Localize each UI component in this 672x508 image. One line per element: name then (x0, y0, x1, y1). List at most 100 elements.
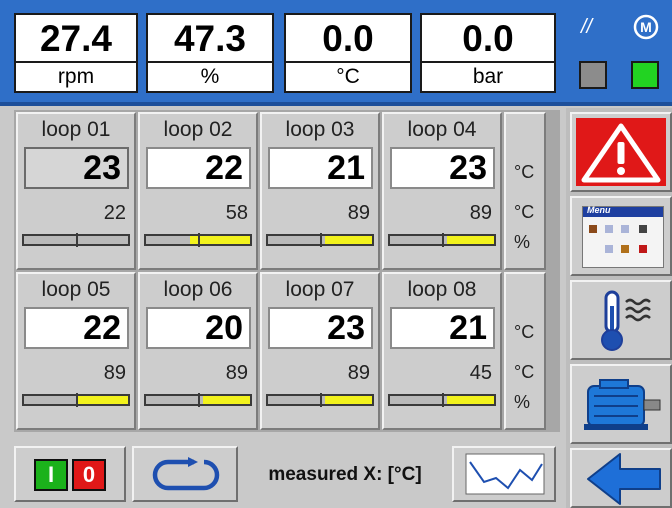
measured-value: 58 (225, 202, 248, 224)
menu-icon: Menu (582, 205, 664, 268)
bar-center-mark (198, 233, 200, 247)
loop-cell: loop 06 20 89 (138, 272, 258, 430)
bar-center-mark (320, 233, 322, 247)
bar-center-mark (442, 233, 444, 247)
output-level-bar (388, 233, 496, 247)
loop-cell: loop 01 23 22 (16, 112, 136, 270)
trend-chart-icon (465, 453, 545, 495)
output-level-bar (388, 393, 496, 407)
thermometer-icon (601, 290, 651, 351)
unit-label-output: % (514, 392, 531, 412)
back-arrow-icon (587, 453, 661, 505)
measured-value: 89 (347, 202, 370, 224)
unit-label-setpoint: °C (514, 322, 535, 342)
output-level-fill (447, 236, 494, 244)
output-level-bar (266, 393, 374, 407)
loop-cell: loop 03 21 89 (260, 112, 380, 270)
measured-value: 45 (469, 362, 492, 384)
mode-icon: // (581, 16, 593, 38)
pressure-value: 0.0 (462, 18, 514, 59)
bar-center-mark (320, 393, 322, 407)
output-level-fill (447, 396, 494, 404)
measured-value: 89 (347, 362, 370, 384)
on-icon: I (34, 459, 68, 491)
bar-center-mark (198, 393, 200, 407)
off-icon: 0 (72, 459, 106, 491)
unit-label-output: % (514, 232, 531, 252)
measured-label: measured X: [°C] (268, 464, 422, 485)
status-area: // M (565, 13, 665, 93)
loop-cell: loop 08 21 45 (382, 272, 502, 430)
units-column: °C °C% (504, 112, 546, 270)
bar-center-mark (442, 393, 444, 407)
motor-icon (584, 379, 661, 430)
temperature-readout: 0.0 °C (284, 13, 412, 93)
on-off-button[interactable]: I 0 (14, 446, 126, 502)
output-level-fill (325, 236, 372, 244)
speed-unit: rpm (16, 61, 136, 91)
load-unit: % (148, 61, 272, 91)
speed-readout: 27.4 rpm (14, 13, 138, 93)
setpoint-input[interactable]: 23 (390, 147, 495, 189)
setpoint-input[interactable]: 21 (390, 307, 495, 349)
load-value: 47.3 (173, 18, 246, 59)
loop-title: loop 01 (41, 118, 111, 141)
motor-status-icon: M (633, 14, 659, 40)
loop-cell: loop 02 22 58 (138, 112, 258, 270)
measured-value: 22 (103, 202, 126, 224)
cycle-icon (152, 457, 220, 491)
setpoint-input[interactable]: 23 (268, 307, 373, 349)
output-level-bar (144, 393, 252, 407)
loop-cell: loop 05 22 89 (16, 272, 136, 430)
status-indicator-gray (579, 61, 607, 89)
measured-value: 89 (225, 362, 248, 384)
setpoint-input[interactable]: 22 (24, 307, 129, 349)
measured-value: 89 (469, 202, 492, 224)
temperature-button[interactable] (570, 280, 672, 360)
loop-title: loop 07 (285, 278, 355, 301)
warning-triangle-icon (581, 123, 661, 183)
loop-title: loop 06 (163, 278, 233, 301)
readout-header: 27.4 rpm 47.3 % 0.0 °C 0.0 bar // M (0, 0, 672, 106)
motor-button[interactable] (570, 364, 672, 444)
menu-button[interactable]: Menu (570, 196, 672, 276)
setpoint-input[interactable]: 22 (146, 147, 251, 189)
loop-title: loop 08 (407, 278, 477, 301)
temperature-unit: °C (286, 61, 410, 91)
loop-title: loop 03 (285, 118, 355, 141)
svg-text:M: M (640, 19, 652, 35)
output-level-bar (22, 233, 130, 247)
bar-center-mark (76, 233, 78, 247)
bar-center-mark (76, 393, 78, 407)
right-navigation-panel: Menu (566, 108, 672, 508)
back-button[interactable] (570, 448, 672, 508)
output-level-bar (22, 393, 130, 407)
alarm-button[interactable] (570, 112, 672, 192)
temperature-value: 0.0 (322, 18, 374, 59)
loop-title: loop 05 (41, 278, 111, 301)
setpoint-input[interactable]: 20 (146, 307, 251, 349)
measured-value: 89 (103, 362, 126, 384)
cycle-button[interactable] (132, 446, 238, 502)
load-readout: 47.3 % (146, 13, 274, 93)
loop-cell: loop 04 23 89 (382, 112, 502, 270)
loop-grid: loop 01 23 22 loop 02 22 58 loop 03 21 89 loop 04… (14, 110, 560, 432)
loop-cell: loop 07 23 89 (260, 272, 380, 430)
unit-label-setpoint: °C (514, 162, 535, 182)
output-level-fill (325, 396, 372, 404)
output-level-bar (144, 233, 252, 247)
loop-title: loop 02 (163, 118, 233, 141)
pressure-unit: bar (422, 61, 554, 91)
status-indicator-green (631, 61, 659, 89)
trend-button[interactable] (452, 446, 556, 502)
output-level-bar (266, 233, 374, 247)
speed-value: 27.4 (39, 18, 112, 59)
setpoint-input[interactable]: 23 (24, 147, 129, 189)
pressure-readout: 0.0 bar (420, 13, 556, 93)
output-level-fill (203, 396, 250, 404)
loop-title: loop 04 (407, 118, 477, 141)
unit-label-measured: °C (514, 362, 535, 382)
setpoint-input[interactable]: 21 (268, 147, 373, 189)
unit-label-measured: °C (514, 202, 535, 222)
units-column: °C °C% (504, 272, 546, 430)
